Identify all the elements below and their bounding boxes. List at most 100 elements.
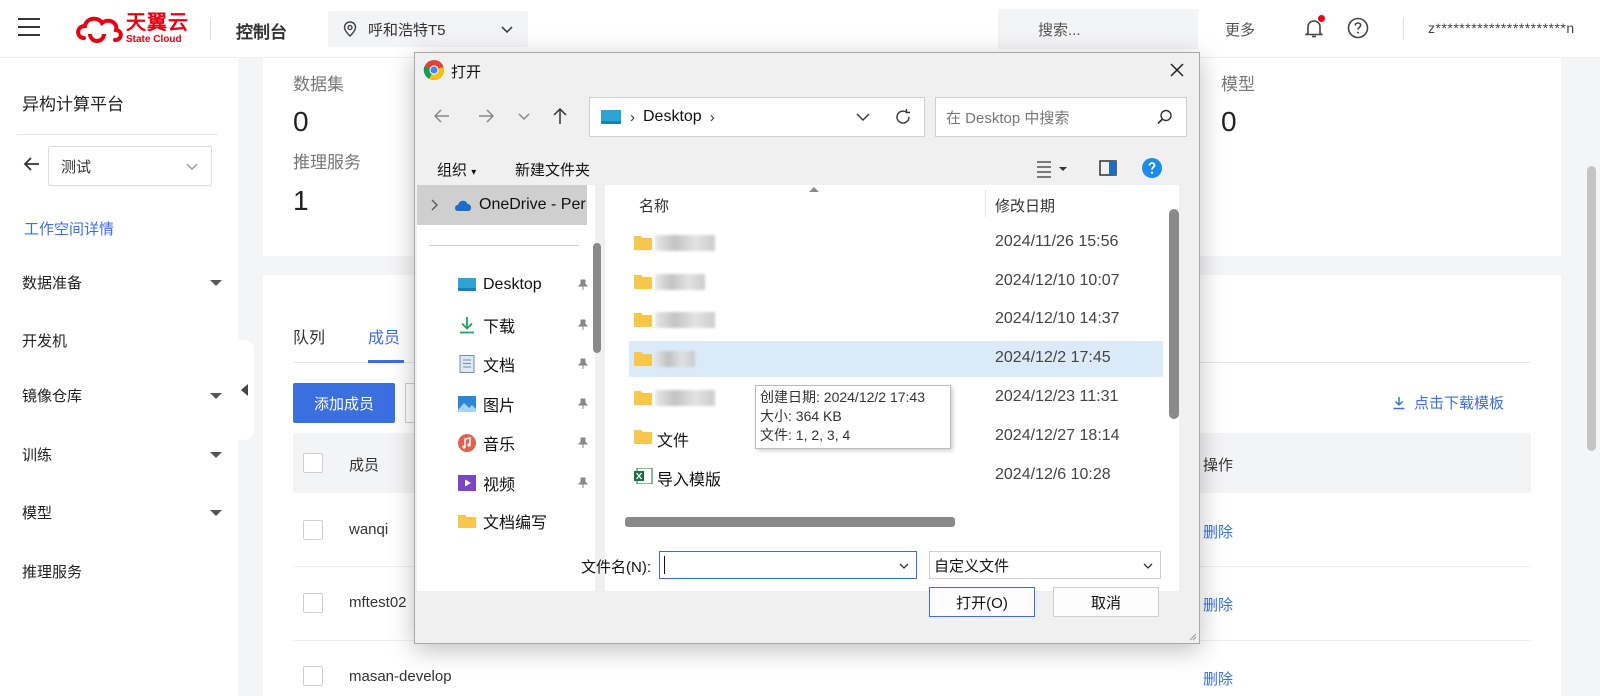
- chevron-down-icon[interactable]: [898, 560, 910, 572]
- file-row-hovered[interactable]: 2024/12/2 17:45: [629, 341, 1163, 377]
- refresh-icon[interactable]: [894, 108, 912, 126]
- workspace-select[interactable]: 测试: [48, 146, 212, 186]
- sidebar-item-dev-machine[interactable]: 开发机: [22, 330, 222, 351]
- region-selector[interactable]: 呼和浩特T5: [328, 11, 528, 47]
- workspace-detail-link[interactable]: 工作空间详情: [24, 218, 114, 239]
- file-open-dialog: 打开 › Desktop › 在 Desktop 中搜索 组织 ▾ 新建文件夹 …: [414, 52, 1200, 644]
- folder-search-input[interactable]: 在 Desktop 中搜索: [935, 97, 1187, 137]
- sidebar-collapse-button[interactable]: [234, 340, 254, 440]
- location-pin-icon: [343, 21, 357, 37]
- help-icon[interactable]: [1141, 157, 1163, 179]
- cancel-button[interactable]: 取消: [1053, 587, 1159, 617]
- resize-grip-icon[interactable]: [1187, 631, 1197, 641]
- excel-file-icon: [634, 468, 653, 484]
- address-current[interactable]: Desktop: [643, 108, 702, 126]
- workspace-select-value: 测试: [61, 158, 92, 176]
- file-list-horizontal-scrollbar[interactable]: [625, 517, 955, 527]
- caret-down-icon: [210, 509, 222, 516]
- delete-link[interactable]: 删除: [1203, 594, 1233, 615]
- back-arrow-icon[interactable]: [431, 105, 453, 127]
- sidebar-item-label: 训练: [22, 447, 53, 464]
- row-checkbox[interactable]: [303, 593, 323, 613]
- file-row[interactable]: 2024/11/26 15:56: [629, 225, 1163, 261]
- file-row[interactable]: 2024/12/10 10:07: [629, 264, 1163, 300]
- tab-members[interactable]: 成员: [368, 324, 400, 348]
- nav-item-label: 下载: [483, 319, 516, 336]
- more-menu[interactable]: 更多: [1225, 19, 1255, 40]
- nav-item-downloads[interactable]: 下载: [457, 311, 589, 339]
- pin-icon[interactable]: [577, 358, 589, 370]
- column-header-member: 成员: [349, 457, 380, 474]
- organize-menu[interactable]: 组织 ▾: [437, 159, 476, 180]
- model-label: 模型: [1221, 75, 1255, 94]
- nav-item-music[interactable]: 音乐: [457, 429, 589, 457]
- sidebar-item-label: 镜像仓库: [22, 388, 83, 405]
- column-header-name[interactable]: 名称: [639, 195, 669, 216]
- expand-chevron-icon[interactable]: [429, 198, 439, 212]
- nav-divider: [429, 245, 579, 246]
- select-all-checkbox[interactable]: [303, 453, 323, 473]
- file-row[interactable]: 2024/12/10 14:37: [629, 302, 1163, 338]
- nav-item-folder[interactable]: 文档编写: [457, 507, 589, 535]
- sidebar-item-model[interactable]: 模型: [22, 502, 222, 523]
- download-icon: [460, 317, 474, 334]
- download-template-link[interactable]: 点击下载模板: [1392, 392, 1504, 413]
- add-member-button[interactable]: 添加成员: [293, 383, 395, 423]
- new-folder-button[interactable]: 新建文件夹: [515, 159, 590, 180]
- organize-label: 组织: [437, 162, 468, 179]
- pin-icon[interactable]: [577, 398, 589, 410]
- sidebar-item-image-repo[interactable]: 镜像仓库: [22, 385, 222, 406]
- caret-down-icon: [210, 451, 222, 458]
- chevron-down-icon: [1143, 563, 1153, 569]
- search-icon[interactable]: [1156, 108, 1174, 126]
- help-icon[interactable]: [1346, 16, 1370, 40]
- up-arrow-icon[interactable]: [549, 105, 571, 127]
- column-header-modified[interactable]: 修改日期: [995, 195, 1055, 216]
- tab-queue[interactable]: 队列: [293, 324, 325, 348]
- pin-icon[interactable]: [577, 279, 589, 291]
- back-arrow-icon[interactable]: [22, 154, 42, 174]
- chevron-down-icon[interactable]: [854, 108, 872, 126]
- cloud-logo-icon: [76, 16, 123, 43]
- folder-icon: [634, 236, 652, 250]
- nav-item-onedrive[interactable]: OneDrive - Per: [417, 185, 587, 225]
- preview-pane-icon[interactable]: [1097, 157, 1119, 179]
- sidebar-item-data-prep[interactable]: 数据准备: [22, 272, 222, 293]
- sidebar-item-training[interactable]: 训练: [22, 444, 222, 465]
- row-checkbox[interactable]: [303, 666, 323, 686]
- pin-icon[interactable]: [577, 319, 589, 331]
- address-bar[interactable]: › Desktop ›: [589, 97, 925, 137]
- filename-input[interactable]: [659, 551, 917, 579]
- user-account[interactable]: z**********************n: [1428, 20, 1575, 36]
- nav-item-pictures[interactable]: 图片: [457, 390, 589, 418]
- close-icon[interactable]: [1167, 60, 1187, 80]
- forward-arrow-icon[interactable]: [475, 105, 497, 127]
- row-checkbox[interactable]: [303, 520, 323, 540]
- view-list-icon[interactable]: [1035, 157, 1071, 179]
- menu-icon[interactable]: [18, 18, 40, 38]
- pin-icon[interactable]: [577, 437, 589, 449]
- nav-pane-scrollbar[interactable]: [593, 243, 601, 353]
- nav-item-documents[interactable]: 文档: [457, 350, 589, 378]
- dialog-titlebar[interactable]: 打开: [415, 53, 1199, 89]
- file-date: 2024/12/2 17:45: [995, 349, 1111, 366]
- open-button[interactable]: 打开(O): [929, 587, 1035, 617]
- logo[interactable]: 天翼云 State Cloud: [74, 12, 189, 46]
- global-search-input[interactable]: 搜索...: [998, 9, 1198, 49]
- nav-item-label: OneDrive - Per: [479, 196, 586, 213]
- delete-link[interactable]: 删除: [1203, 521, 1233, 542]
- file-row[interactable]: 导入模版 2024/12/6 10:28: [629, 458, 1163, 494]
- page-scrollbar-thumb[interactable]: [1587, 166, 1596, 451]
- recent-locations-chevron-icon[interactable]: [513, 105, 535, 127]
- divider: [210, 18, 211, 40]
- file-type-select[interactable]: 自定义文件: [929, 551, 1161, 579]
- pin-icon[interactable]: [577, 477, 589, 489]
- file-list-scrollbar[interactable]: [1169, 209, 1179, 419]
- sidebar-item-inference[interactable]: 推理服务: [22, 561, 222, 582]
- nav-item-desktop[interactable]: Desktop: [457, 271, 589, 299]
- delete-link[interactable]: 删除: [1203, 668, 1233, 689]
- console-title[interactable]: 控制台: [236, 18, 287, 43]
- chevron-down-icon: [186, 163, 198, 170]
- column-divider[interactable]: [985, 189, 986, 217]
- nav-item-videos[interactable]: 视频: [457, 469, 589, 497]
